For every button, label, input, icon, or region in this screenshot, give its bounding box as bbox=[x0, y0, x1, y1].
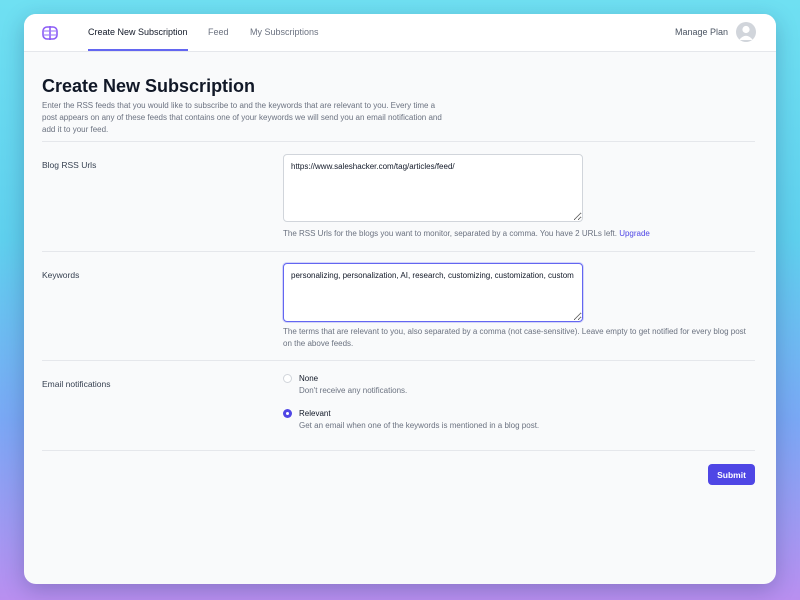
radio-relevant-label[interactable]: Relevant bbox=[299, 409, 331, 418]
top-nav: Create New Subscription Feed My Subscrip… bbox=[24, 14, 776, 52]
rss-urls-textarea[interactable]: https://www.saleshacker.com/tag/articles… bbox=[283, 154, 583, 222]
radio-none-label[interactable]: None bbox=[299, 374, 318, 383]
tab-create-new-subscription[interactable]: Create New Subscription bbox=[88, 14, 188, 51]
tab-feed[interactable]: Feed bbox=[208, 14, 229, 50]
radio-none-description: Don't receive any notifications. bbox=[299, 386, 408, 395]
divider bbox=[42, 251, 755, 252]
keywords-label: Keywords bbox=[42, 270, 80, 280]
divider bbox=[42, 360, 755, 361]
app-window: Create New Subscription Feed My Subscrip… bbox=[24, 14, 776, 584]
keywords-help-text: The terms that are relevant to you, also… bbox=[283, 327, 746, 348]
brain-logo-icon[interactable] bbox=[40, 23, 60, 43]
divider bbox=[42, 141, 755, 142]
rss-help-text: The RSS Urls for the blogs you want to m… bbox=[283, 228, 753, 240]
rss-label: Blog RSS Urls bbox=[42, 160, 97, 170]
rss-help: The RSS Urls for the blogs you want to m… bbox=[283, 229, 617, 238]
submit-button[interactable]: Submit bbox=[708, 464, 755, 485]
tab-my-subscriptions[interactable]: My Subscriptions bbox=[250, 14, 319, 50]
page-intro: Enter the RSS feeds that you would like … bbox=[42, 101, 442, 134]
keywords-textarea[interactable]: personalizing, personalization, AI, rese… bbox=[283, 263, 583, 322]
radio-relevant-description: Get an email when one of the keywords is… bbox=[299, 421, 540, 430]
email-notifications-label: Email notifications bbox=[42, 379, 111, 389]
upgrade-link[interactable]: Upgrade bbox=[619, 229, 650, 238]
user-avatar-icon[interactable] bbox=[736, 22, 756, 42]
manage-plan-link[interactable]: Manage Plan bbox=[675, 14, 728, 51]
divider bbox=[42, 450, 755, 451]
radio-relevant[interactable] bbox=[283, 409, 292, 418]
radio-none[interactable] bbox=[283, 374, 292, 383]
page-title: Create New Subscription bbox=[42, 76, 256, 96]
